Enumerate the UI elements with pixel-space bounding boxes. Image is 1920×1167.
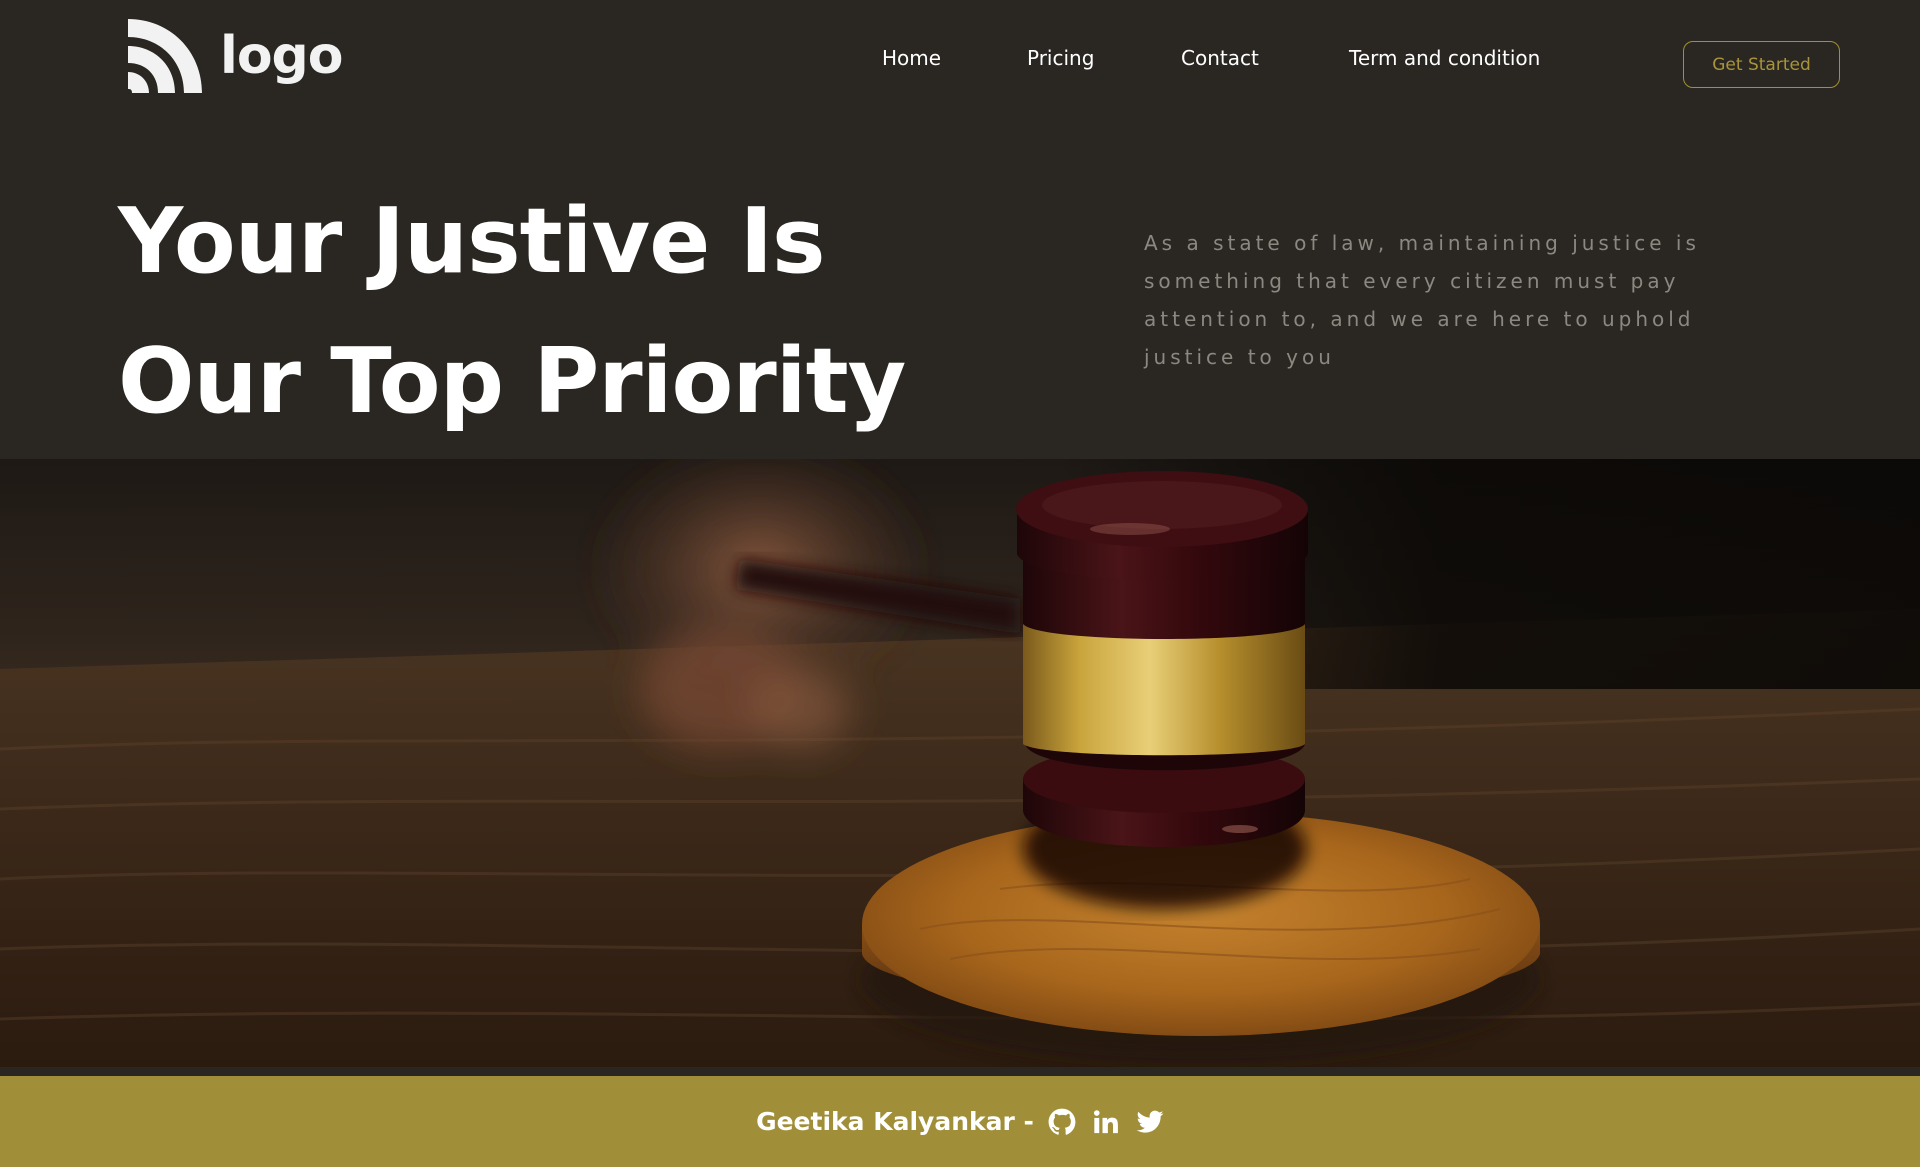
hero-description: As a state of law, maintaining justice i… [1144,231,1700,369]
get-started-button[interactable]: Get Started [1683,41,1840,88]
nav-home-link[interactable]: Home [882,46,941,70]
github-icon[interactable] [1048,1108,1076,1136]
social-links [1048,1108,1164,1136]
nav-contact-link[interactable]: Contact [1181,46,1259,70]
nav-pricing-link[interactable]: Pricing [1027,46,1094,70]
site-footer: Geetika Kalyankar - [0,1076,1920,1167]
footer-author: Geetika Kalyankar - [756,1107,1034,1136]
footer-divider [0,1067,1920,1076]
hero-title-line-1: Your Justive Is [118,189,826,294]
gavel-illustration [0,459,1920,1067]
hero-title: Your Justive Is Our Top Priority [118,172,938,452]
main-nav: Home Pricing Contact Term and condition [0,46,1920,76]
gavel-photo [0,459,1920,1067]
linkedin-icon[interactable] [1092,1108,1120,1136]
hero-title-line-2: Our Top Priority [118,329,906,434]
site-header: logo Home Pricing Contact Term and condi… [0,0,1920,130]
twitter-icon[interactable] [1136,1108,1164,1136]
nav-terms-link[interactable]: Term and condition [1349,46,1540,70]
